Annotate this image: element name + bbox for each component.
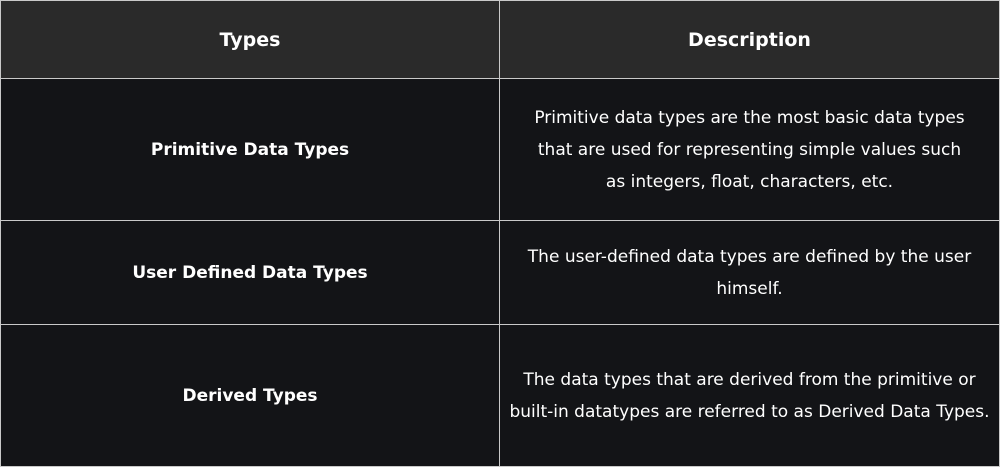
type-description: The user-defined data types are defined …: [527, 246, 972, 299]
type-description: The data types that are derived from the…: [509, 369, 990, 422]
header-types: Types: [1, 1, 500, 78]
table-row: Derived Types The data types that are de…: [1, 325, 999, 466]
data-types-table: Types Description Primitive Data Types P…: [0, 0, 1000, 467]
type-name: Primitive Data Types: [150, 139, 350, 160]
type-description: Primitive data types are the most basic …: [534, 107, 965, 192]
header-description-label: Description: [688, 28, 811, 51]
type-cell: User Defined Data Types: [1, 221, 500, 324]
table-row: User Defined Data Types The user-defined…: [1, 221, 999, 325]
header-description: Description: [500, 1, 999, 78]
description-cell: The user-defined data types are defined …: [500, 221, 999, 324]
table-row: Primitive Data Types Primitive data type…: [1, 79, 999, 221]
type-name: Derived Types: [182, 385, 318, 406]
type-name: User Defined Data Types: [132, 262, 368, 283]
description-cell: Primitive data types are the most basic …: [500, 79, 999, 220]
header-types-label: Types: [219, 28, 281, 51]
type-cell: Primitive Data Types: [1, 79, 500, 220]
table-header-row: Types Description: [1, 1, 999, 79]
type-cell: Derived Types: [1, 325, 500, 466]
description-cell: The data types that are derived from the…: [500, 325, 999, 466]
